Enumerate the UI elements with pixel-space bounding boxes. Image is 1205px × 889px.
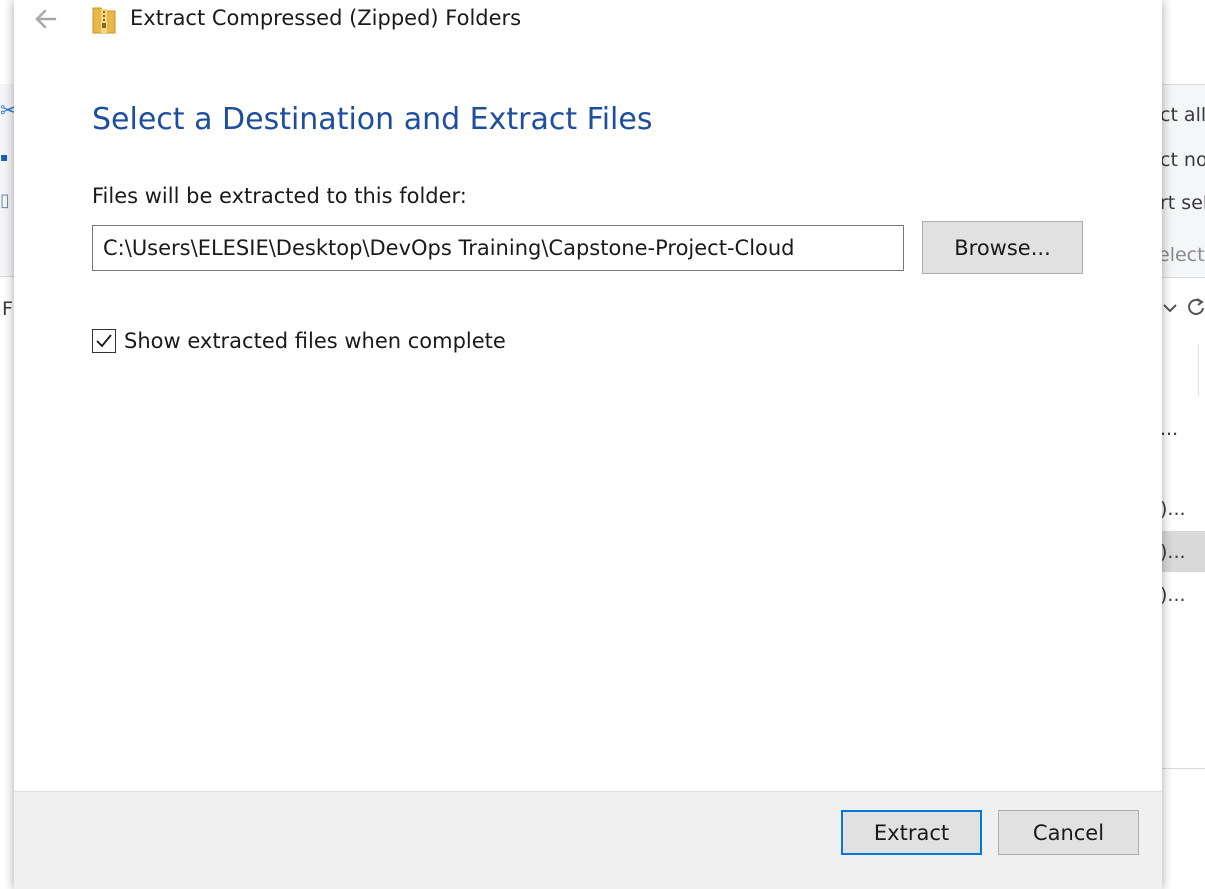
rename-icon: ▪ (0, 150, 9, 164)
dialog-title: Extract Compressed (Zipped) Folders (130, 6, 522, 30)
dialog-footer: Extract Cancel (14, 791, 1162, 889)
browse-button[interactable]: Browse... (922, 221, 1083, 274)
back-arrow-icon[interactable] (32, 6, 60, 34)
page-heading: Select a Destination and Extract Files (92, 102, 653, 137)
chevron-down-icon[interactable] (1162, 300, 1178, 316)
ribbon-select-all[interactable]: ct all (1162, 104, 1205, 126)
file-list-item[interactable]: ... (1162, 418, 1178, 440)
extract-dialog: Extract Compressed (Zipped) Folders Sele… (14, 0, 1162, 889)
ribbon-select-group-label: elect (1162, 244, 1205, 266)
status-divider (1162, 768, 1205, 769)
destination-path-input[interactable] (92, 225, 904, 271)
show-files-checkbox-row[interactable]: Show extracted files when complete (92, 326, 506, 356)
file-list-item[interactable]: )... (1162, 541, 1186, 563)
cancel-button[interactable]: Cancel (998, 810, 1139, 855)
extract-button[interactable]: Extract (841, 810, 982, 855)
checkmark-icon (96, 334, 112, 348)
refresh-icon[interactable] (1186, 296, 1205, 318)
background-window-left-edge: ✂ ▪ ▯ F (0, 0, 17, 889)
show-files-label[interactable]: Show extracted files when complete (124, 329, 506, 353)
destination-label: Files will be extracted to this folder: (92, 184, 467, 208)
file-list-item[interactable]: )... (1162, 498, 1186, 520)
file-list-item[interactable]: )... (1162, 584, 1186, 606)
background-left-fragment: F (2, 298, 13, 320)
properties-icon: ▯ (0, 190, 10, 211)
column-divider (1198, 344, 1199, 396)
zip-folder-icon (92, 7, 116, 34)
ribbon-select-none[interactable]: ct non (1162, 149, 1205, 171)
show-files-checkbox[interactable] (92, 329, 116, 353)
dialog-titlebar: Extract Compressed (Zipped) Folders (14, 0, 1162, 44)
desktop-screen: ✂ ▪ ▯ F ct all ct non rt sele elect ... … (0, 0, 1205, 889)
background-window-right-edge: ct all ct non rt sele elect ... )... )..… (1162, 0, 1205, 889)
ribbon-invert-selection[interactable]: rt sele (1162, 192, 1205, 214)
